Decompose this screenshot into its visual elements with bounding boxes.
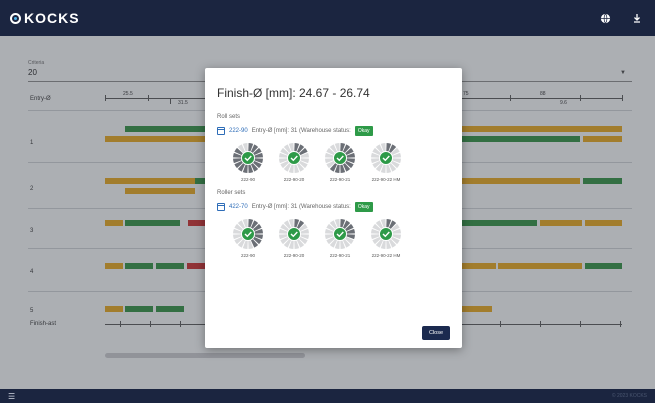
finish-dialog: Finish-Ø [mm]: 24.67 - 26.74 Roll sets 2… xyxy=(205,68,462,348)
bottom-bar: ☰ © 2023 KOCKS xyxy=(0,389,655,403)
gauge-chart xyxy=(325,219,355,249)
set-info: Entry-Ø [mm]: 31 (Warehouse status: xyxy=(251,204,351,210)
check-icon-circle xyxy=(241,151,255,165)
roll-gauges: 222-90 222-90-20 222-90-21 222-90-22 HM xyxy=(229,142,450,182)
version-text: © 2023 KOCKS xyxy=(611,393,647,399)
check-icon-circle xyxy=(241,227,255,241)
check-icon-circle xyxy=(333,151,347,165)
status-badge: Okay xyxy=(354,126,373,136)
status-badge: Okay xyxy=(354,202,373,212)
set-id[interactable]: 222-90 xyxy=(229,128,248,134)
dialog-title: Finish-Ø [mm]: 24.67 - 26.74 xyxy=(217,86,370,100)
logo-ring-icon xyxy=(10,12,21,24)
check-icon-circle xyxy=(333,227,347,241)
gauge[interactable]: 222-90-20 xyxy=(275,142,313,182)
gauge-chart xyxy=(325,143,355,173)
check-icon-circle xyxy=(379,227,393,241)
gauge[interactable]: 222-90-21 xyxy=(321,218,359,258)
roller-gauges: 222-90 222-90-20 222-90-21 222-90-22 HM xyxy=(229,218,450,258)
logout-icon[interactable] xyxy=(629,10,645,26)
gauge[interactable]: 222-90 xyxy=(229,218,267,258)
gauge-label: 222-90 xyxy=(240,177,255,182)
close-button[interactable]: Close xyxy=(421,326,450,340)
check-icon-circle xyxy=(379,151,393,165)
set-id[interactable]: 422-70 xyxy=(229,204,248,210)
gauge-chart xyxy=(371,219,401,249)
menu-icon[interactable]: ☰ xyxy=(8,392,15,401)
gauge-label: 222-90-21 xyxy=(329,177,351,182)
gauge-chart xyxy=(233,143,263,173)
calendar-icon[interactable] xyxy=(217,127,225,135)
gauge[interactable]: 222-90-21 xyxy=(321,142,359,182)
gauge-label: 222-90-20 xyxy=(283,253,305,258)
gauge-label: 222-90-21 xyxy=(329,253,351,258)
gauge[interactable]: 222-90 xyxy=(229,142,267,182)
gauge-label: 222-90-22 HM xyxy=(371,253,401,258)
brand-name: KOCKS xyxy=(24,10,80,26)
set-info: Entry-Ø [mm]: 31 (Warehouse status: xyxy=(251,128,351,134)
roll-set-header: 222-90 Entry-Ø [mm]: 31 (Warehouse statu… xyxy=(217,126,450,136)
roller-set-header: 422-70 Entry-Ø [mm]: 31 (Warehouse statu… xyxy=(217,202,450,212)
gauge-chart xyxy=(279,143,309,173)
gauge[interactable]: 222-90-22 HM xyxy=(367,218,405,258)
top-app-bar: KOCKS xyxy=(0,0,655,36)
gauge[interactable]: 222-90-20 xyxy=(275,218,313,258)
calendar-icon[interactable] xyxy=(217,203,225,211)
gauge-label: 222-90-20 xyxy=(283,177,305,182)
gauge-chart xyxy=(371,143,401,173)
globe-icon[interactable] xyxy=(597,10,613,26)
gauge-chart xyxy=(279,219,309,249)
kocks-logo: KOCKS xyxy=(10,10,80,26)
roll-sets-label: Roll sets xyxy=(217,114,241,120)
gauge-chart xyxy=(233,219,263,249)
check-icon-circle xyxy=(287,151,301,165)
gauge-label: 222-90-22 HM xyxy=(371,177,401,182)
roller-sets-label: Roller sets xyxy=(217,190,246,196)
check-icon-circle xyxy=(287,227,301,241)
gauge-label: 222-90 xyxy=(240,253,255,258)
gauge[interactable]: 222-90-22 HM xyxy=(367,142,405,182)
